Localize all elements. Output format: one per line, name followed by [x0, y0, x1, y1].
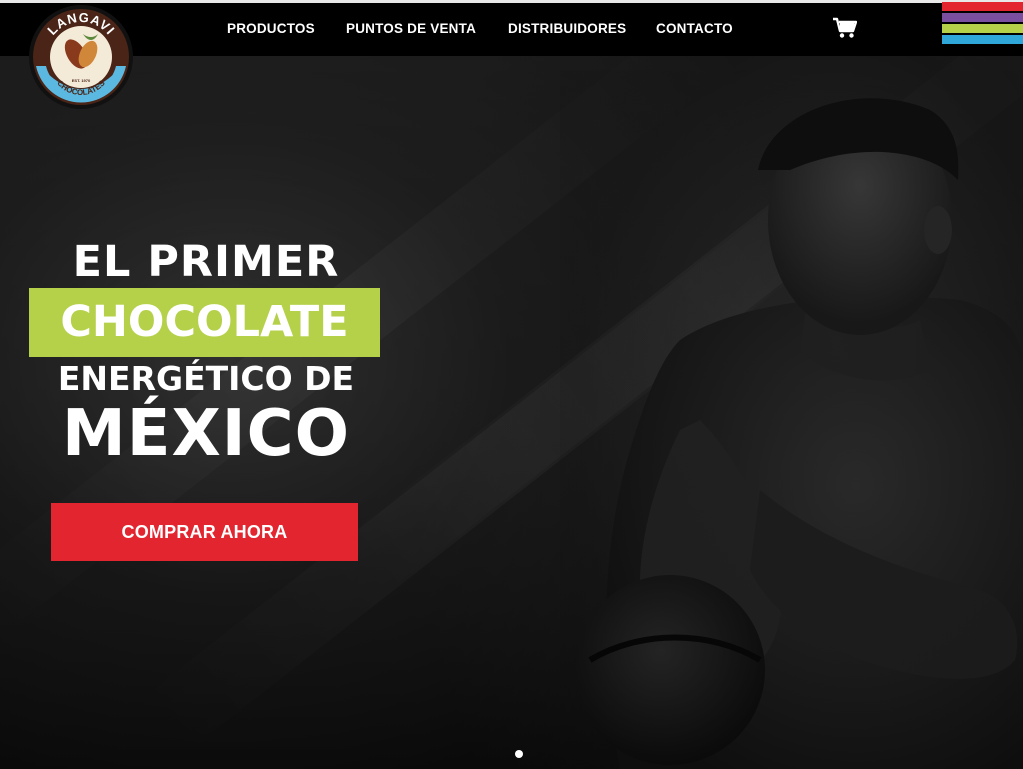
athlete-background-image: [560, 70, 1023, 769]
brand-color-stripes: [942, 2, 1023, 56]
headline-line-2: CHOCOLATE: [60, 297, 349, 347]
nav-link-distribuidores[interactable]: DISTRIBUIDORES: [508, 21, 626, 36]
logo-text-est: EST. 1970: [72, 78, 91, 83]
nav-link-contacto[interactable]: CONTACTO: [656, 21, 733, 36]
stripe-purple: [942, 13, 1023, 22]
nav-link-productos[interactable]: PRODUCTOS: [227, 21, 315, 36]
shopping-cart-icon[interactable]: [833, 17, 857, 39]
headline-highlight: CHOCOLATE: [29, 288, 380, 357]
stripe-green: [942, 24, 1023, 33]
main-navigation: PRODUCTOS PUNTOS DE VENTA DISTRIBUIDORES…: [0, 3, 1023, 56]
headline-line-4: MÉXICO: [62, 397, 350, 471]
stripe-blue: [942, 35, 1023, 44]
headline-line-1: EL PRIMER: [72, 237, 340, 287]
headline-line-3: ENERGÉTICO DE: [57, 359, 355, 398]
nav-link-puntos-de-venta[interactable]: PUNTOS DE VENTA: [346, 21, 476, 36]
slider-dot[interactable]: [515, 750, 523, 758]
comprar-ahora-button[interactable]: COMPRAR AHORA: [51, 503, 358, 561]
hero-page: PRODUCTOS PUNTOS DE VENTA DISTRIBUIDORES…: [0, 0, 1023, 769]
langavi-logo[interactable]: LANGAVI EST. 1970 CHOCOLATES: [28, 4, 134, 110]
hero-headline: EL PRIMER CHOCOLATE ENERGÉTICO DE MÉXICO: [26, 236, 386, 469]
stripe-red: [942, 2, 1023, 11]
